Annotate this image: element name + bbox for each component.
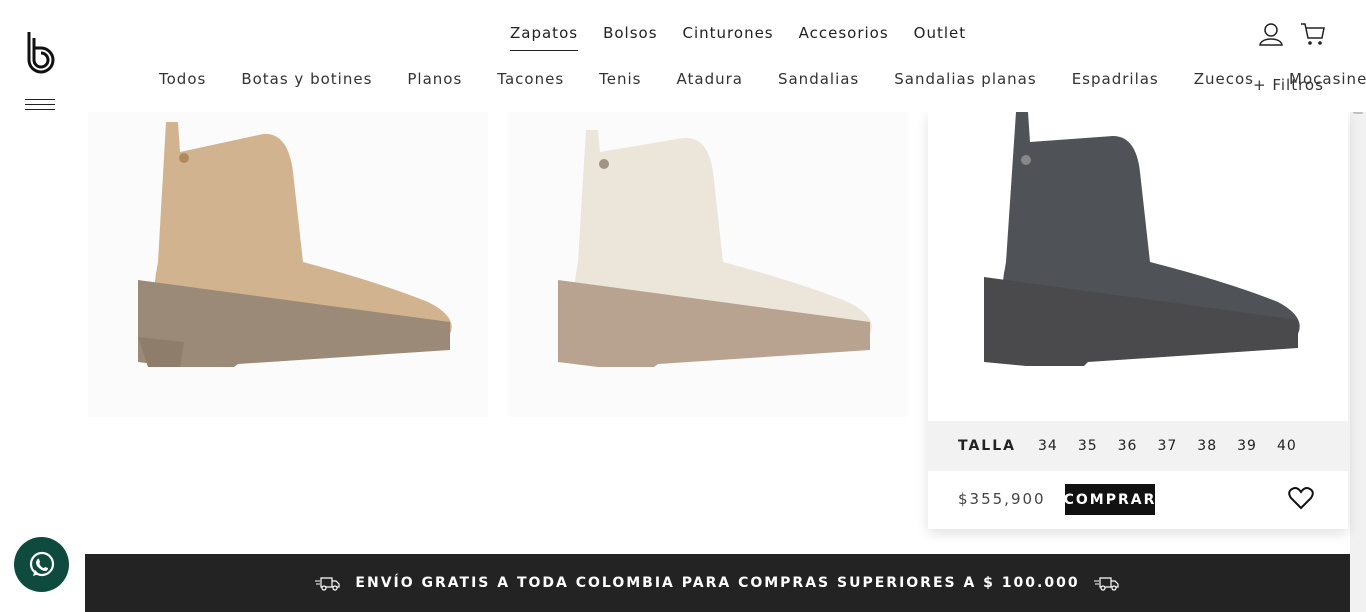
product-price: $355,900 — [958, 490, 1046, 508]
size-option[interactable]: 40 — [1277, 438, 1297, 454]
header-icons — [1258, 22, 1326, 46]
category-botas-y-botines[interactable]: Botas y botines — [241, 70, 372, 88]
category-sandalias-planas[interactable]: Sandalias planas — [894, 70, 1036, 88]
shipping-text: ENVÍO GRATIS A TODA COLOMBIA PARA COMPRA… — [355, 575, 1080, 591]
main-nav-item-zapatos[interactable]: Zapatos — [510, 24, 579, 51]
brand-logo[interactable] — [25, 30, 57, 76]
category-atadura[interactable]: Atadura — [677, 70, 743, 88]
category-tenis[interactable]: Tenis — [599, 70, 641, 88]
size-option[interactable]: 37 — [1157, 438, 1177, 454]
product-image-cream-boot[interactable] — [508, 112, 908, 417]
size-selector: TALLA 34 35 36 37 38 39 40 — [928, 421, 1348, 471]
product-image-grey-boot[interactable] — [928, 112, 1348, 417]
size-label: TALLA — [958, 438, 1016, 454]
category-planos[interactable]: Planos — [407, 70, 462, 88]
category-nav: Todos Botas y botines Planos Tacones Ten… — [159, 70, 1366, 88]
size-option[interactable]: 35 — [1078, 438, 1098, 454]
main-nav: Zapatos Bolsos Cinturones Accesorios Out… — [510, 24, 991, 51]
filters-button[interactable]: + Filtros — [1253, 76, 1324, 94]
main-nav-item-accesorios[interactable]: Accesorios — [799, 24, 889, 51]
truck-icon — [1093, 575, 1120, 591]
category-tacones[interactable]: Tacones — [497, 70, 564, 88]
category-todos[interactable]: Todos — [159, 70, 206, 88]
site-header: Zapatos Bolsos Cinturones Accesorios Out… — [0, 0, 1366, 112]
size-option[interactable]: 39 — [1237, 438, 1257, 454]
category-sandalias[interactable]: Sandalias — [778, 70, 859, 88]
user-icon[interactable] — [1258, 22, 1284, 46]
main-nav-item-cinturones[interactable]: Cinturones — [683, 24, 774, 51]
whatsapp-icon[interactable] — [14, 537, 69, 592]
category-zuecos[interactable]: Zuecos — [1194, 70, 1254, 88]
truck-icon — [315, 575, 341, 591]
size-option[interactable]: 34 — [1038, 438, 1058, 454]
heart-icon[interactable] — [1288, 486, 1314, 510]
cart-icon[interactable] — [1300, 22, 1326, 46]
size-option[interactable]: 36 — [1118, 438, 1138, 454]
category-espadrilas[interactable]: Espadrilas — [1072, 70, 1159, 88]
size-option[interactable]: 38 — [1197, 438, 1217, 454]
product-card-hover[interactable]: TALLA 34 35 36 37 38 39 40 $355,900 COMP… — [928, 112, 1348, 529]
product-image-beige-boot[interactable] — [88, 112, 488, 417]
main-nav-item-outlet[interactable]: Outlet — [914, 24, 966, 51]
shipping-banner: ENVÍO GRATIS A TODA COLOMBIA PARA COMPRA… — [85, 554, 1350, 612]
hamburger-menu-icon[interactable] — [25, 99, 55, 113]
main-nav-item-bolsos[interactable]: Bolsos — [603, 24, 657, 51]
buy-button[interactable]: COMPRAR — [1064, 484, 1155, 515]
